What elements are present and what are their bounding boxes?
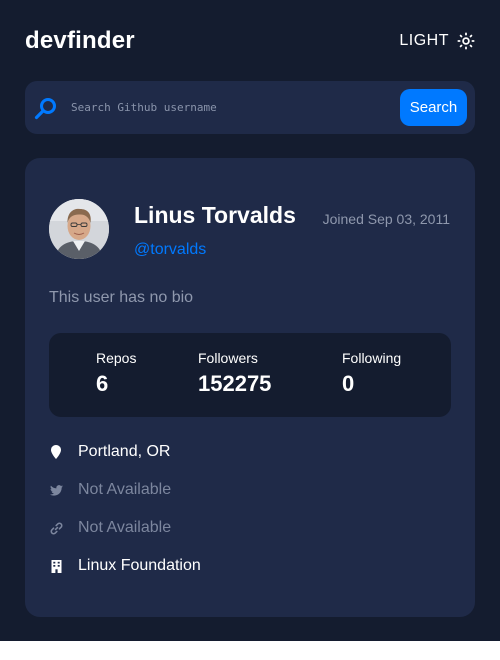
location-row: Portland, OR: [49, 441, 170, 463]
twitter-icon: [49, 482, 63, 498]
link-icon: [49, 520, 63, 536]
profile-name: Linus Torvalds: [134, 202, 296, 228]
search-button[interactable]: Search: [400, 89, 467, 126]
stat-followers-label: Followers: [198, 350, 258, 366]
twitter-text: Not Available: [78, 481, 172, 498]
location-pin-icon: [49, 444, 63, 460]
theme-toggle-button[interactable]: LIGHT: [399, 32, 475, 50]
stat-followers-value: 152275: [198, 371, 272, 396]
building-icon: [49, 558, 63, 574]
app-root: devfinder LIGHT Search Github username S…: [0, 0, 500, 641]
company-row: Linux Foundation: [49, 555, 201, 577]
stat-repos: Repos 6: [96, 350, 136, 397]
website-row: Not Available: [49, 517, 171, 539]
stat-followers: Followers 152275: [198, 350, 271, 397]
search-input[interactable]: [71, 95, 391, 120]
search-bar: Search: [25, 81, 475, 134]
sun-icon: [457, 32, 475, 50]
joined-date: Joined Sep 03, 2011: [322, 211, 450, 227]
profile-login-link[interactable]: @torvalds: [134, 241, 206, 259]
theme-toggle-label: LIGHT: [399, 32, 449, 49]
company-text: Linux Foundation: [78, 557, 201, 574]
location-text: Portland, OR: [78, 443, 171, 460]
stat-following-value: 0: [342, 371, 355, 396]
app-logo: devfinder: [25, 27, 135, 54]
search-icon: [34, 96, 58, 120]
stat-following: Following 0: [342, 350, 401, 397]
stats-panel: Repos 6 Followers 152275 Following 0: [49, 333, 451, 417]
header: devfinder LIGHT: [25, 26, 475, 56]
profile-bio: This user has no bio: [49, 289, 194, 306]
stat-repos-label: Repos: [96, 350, 137, 366]
website-text: Not Available: [78, 519, 172, 536]
profile-card: Linus Torvalds Joined Sep 03, 2011 @torv…: [25, 158, 475, 617]
stat-repos-value: 6: [96, 371, 109, 396]
stat-following-label: Following: [342, 350, 402, 366]
avatar: [49, 199, 109, 259]
twitter-row: Not Available: [49, 479, 171, 501]
